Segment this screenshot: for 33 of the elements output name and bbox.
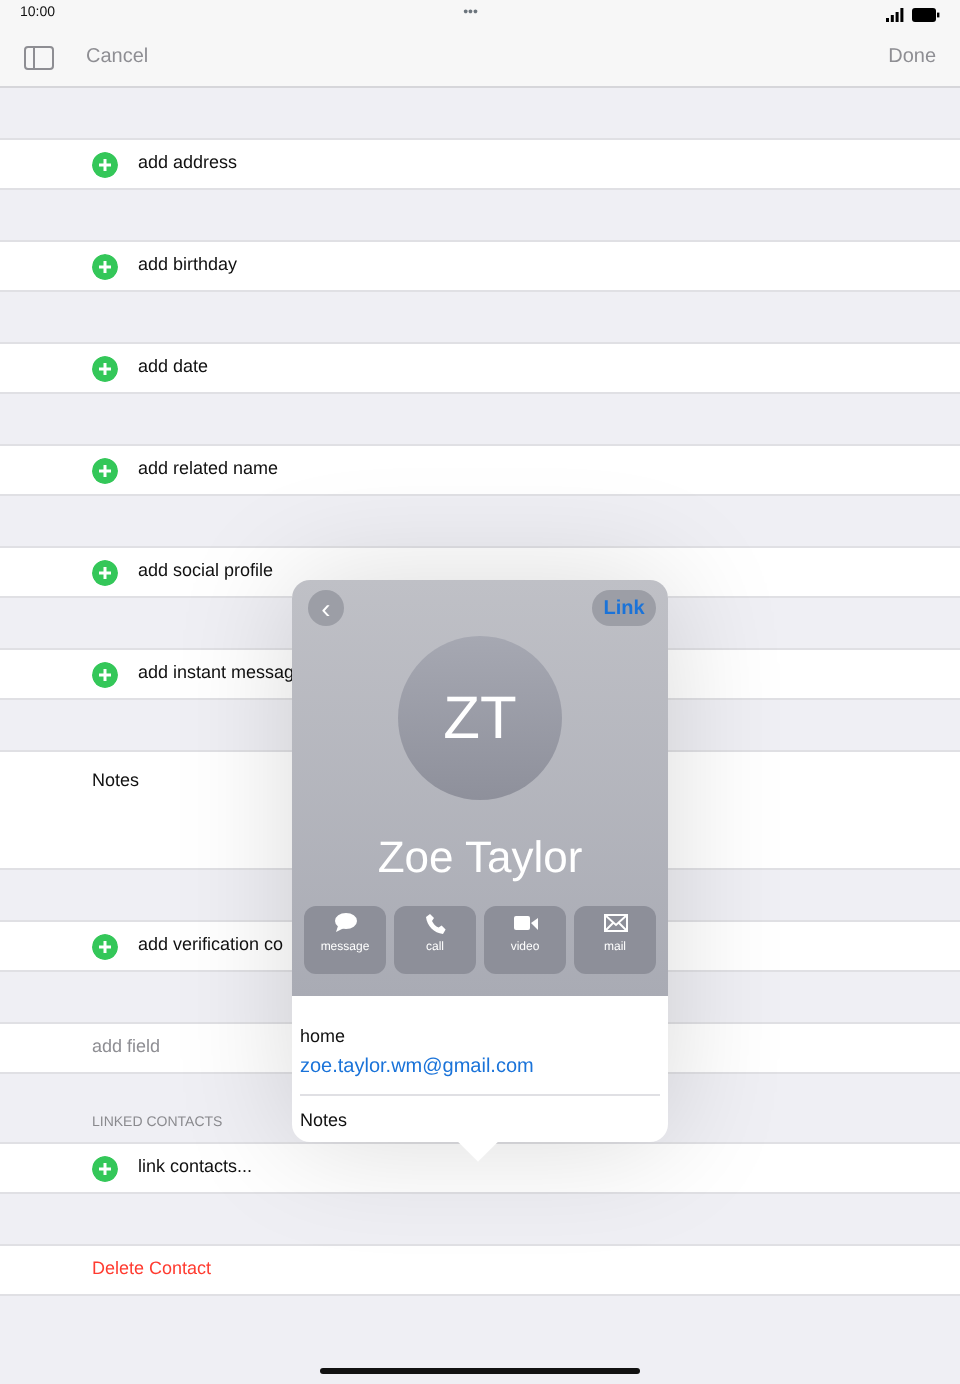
delete-contact-link[interactable]: Delete Contact: [92, 1256, 212, 1284]
add-field-label[interactable]: add field: [92, 1034, 161, 1062]
add-icon[interactable]: [92, 355, 118, 381]
notes-label: Notes: [92, 768, 140, 794]
add-field-label[interactable]: add verification co: [138, 932, 284, 960]
cancel-button[interactable]: Cancel: [86, 42, 149, 72]
call-icon: [423, 912, 447, 934]
add-icon[interactable]: [92, 1155, 118, 1181]
signal-icon: [885, 7, 904, 21]
add-icon[interactable]: [92, 151, 118, 177]
add-field-label[interactable]: add related name: [138, 456, 279, 484]
video-icon: [513, 912, 537, 934]
add-field-label[interactable]: add social profile: [138, 558, 274, 586]
add-icon[interactable]: [92, 933, 118, 959]
contact-name: Zoe Taylor: [375, 830, 585, 886]
avatar: ZT: [398, 636, 562, 800]
add-field-label[interactable]: add instant messag: [138, 660, 295, 688]
add-field-label[interactable]: add date: [138, 354, 209, 382]
battery-icon: [911, 7, 940, 21]
message-icon: [333, 912, 357, 934]
mail-icon: [603, 912, 627, 934]
add-icon[interactable]: [92, 559, 118, 585]
add-field-label[interactable]: add address: [138, 150, 238, 178]
email-type-label: home: [300, 1024, 348, 1050]
add-icon[interactable]: [92, 661, 118, 687]
sidebar-icon[interactable]: [24, 45, 54, 69]
add-icon[interactable]: [92, 457, 118, 483]
add-field-label[interactable]: link contacts...: [138, 1154, 253, 1182]
add-field-label[interactable]: add birthday: [138, 252, 238, 280]
back-button[interactable]: ‹: [308, 590, 344, 626]
notes-label: Notes: [300, 1107, 350, 1133]
add-icon[interactable]: [92, 253, 118, 279]
email-link[interactable]: zoe.taylor.wm@gmail.com: [300, 1051, 660, 1095]
